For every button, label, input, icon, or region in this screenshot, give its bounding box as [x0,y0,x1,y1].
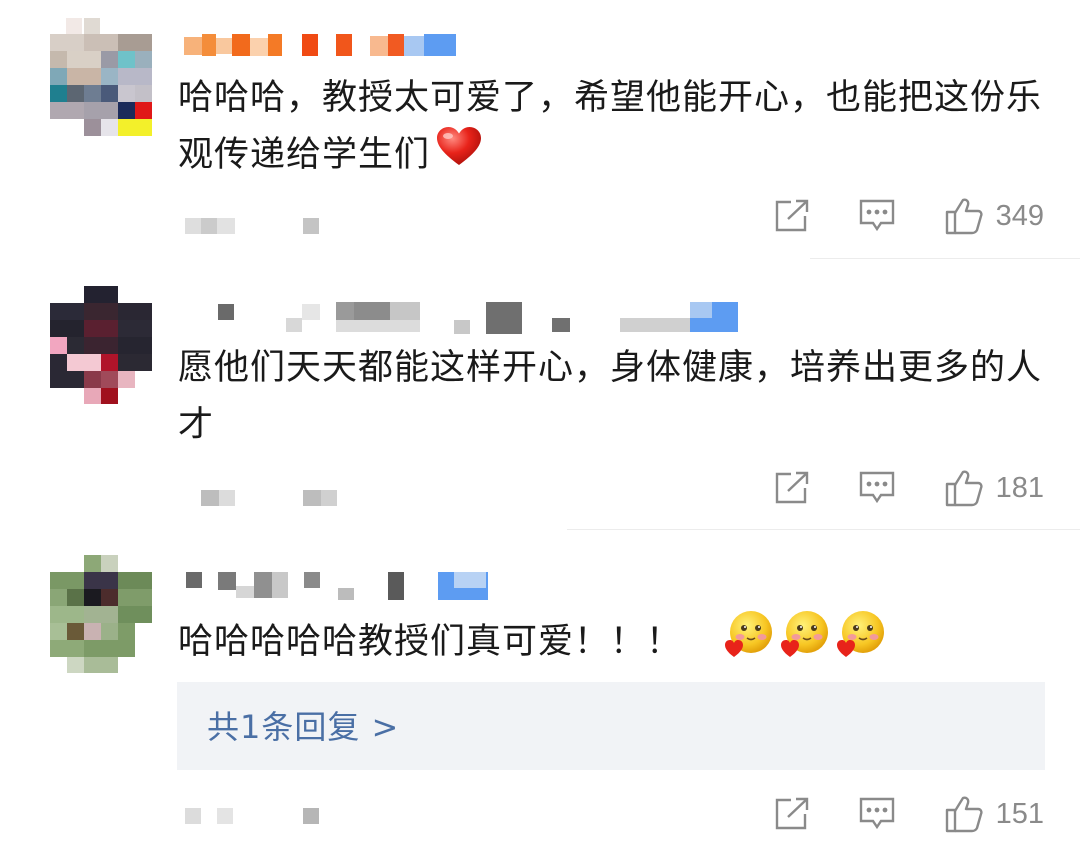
comment-item: 哈哈哈哈哈教授们真可爱！！！ 共1条回复 > 151 [0,538,1080,854]
share-button[interactable] [774,797,810,831]
comment-icon [858,796,896,832]
like-count: 181 [995,471,1044,504]
comment-body: 愿他们天天都能这样开心，身体健康，培养出更多的人才 [178,348,1043,445]
comment-icon [858,198,896,234]
blushing-heart-emoji [836,610,886,676]
comment-body: 哈哈哈哈哈教授们真可爱！！！ [178,622,683,662]
comment-button[interactable] [858,470,896,506]
comment-meta-pixelated [185,218,345,238]
like-button[interactable]: 349 [944,196,1044,236]
like-button[interactable]: 181 [944,468,1044,508]
username-pixelated[interactable] [180,302,750,334]
share-icon [774,471,810,505]
comment-actions: 151 [726,794,1044,834]
comment-meta-pixelated [185,490,345,510]
thumbs-up-icon [944,794,984,834]
username-pixelated[interactable] [180,34,470,60]
red-heart-emoji [436,127,482,185]
comment-item: 愿他们天天都能这样开心，身体健康，培养出更多的人才 181 [0,268,1080,533]
comment-meta-pixelated [185,808,345,828]
comment-button[interactable] [858,198,896,234]
comment-item: 哈哈哈，教授太可爱了，希望他能开心，也能把这份乐观传递给学生们 349 [0,0,1080,265]
comment-body: 哈哈哈，教授太可爱了，希望他能开心，也能把这份乐观传递给学生们 [178,78,1043,175]
comment-actions: 181 [726,468,1044,508]
thumbs-up-icon [944,468,984,508]
comment-text: 哈哈哈，教授太可爱了，希望他能开心，也能把这份乐观传递给学生们 [178,70,1048,185]
comment-button[interactable] [858,796,896,832]
thumbs-up-icon [944,196,984,236]
comment-text: 愿他们天天都能这样开心，身体健康，培养出更多的人才 [178,340,1048,454]
like-button[interactable]: 151 [944,794,1044,834]
avatar[interactable] [50,286,152,404]
share-button[interactable] [774,199,810,233]
username-pixelated[interactable] [180,572,500,600]
comment-actions: 349 [726,196,1044,236]
view-replies-link[interactable]: 共1条回复 > [207,702,399,748]
reply-summary[interactable]: 共1条回复 > [177,682,1045,770]
share-icon [774,797,810,831]
avatar[interactable] [50,18,152,136]
blushing-heart-emoji [780,610,830,676]
share-button[interactable] [774,471,810,505]
divider [810,258,1080,259]
comment-icon [858,470,896,506]
comment-text: 哈哈哈哈哈教授们真可爱！！！ [178,610,1048,676]
divider [567,529,1080,530]
avatar[interactable] [50,555,152,673]
like-count: 349 [995,199,1044,232]
blushing-heart-emoji [724,610,774,676]
share-icon [774,199,810,233]
like-count: 151 [995,797,1044,830]
